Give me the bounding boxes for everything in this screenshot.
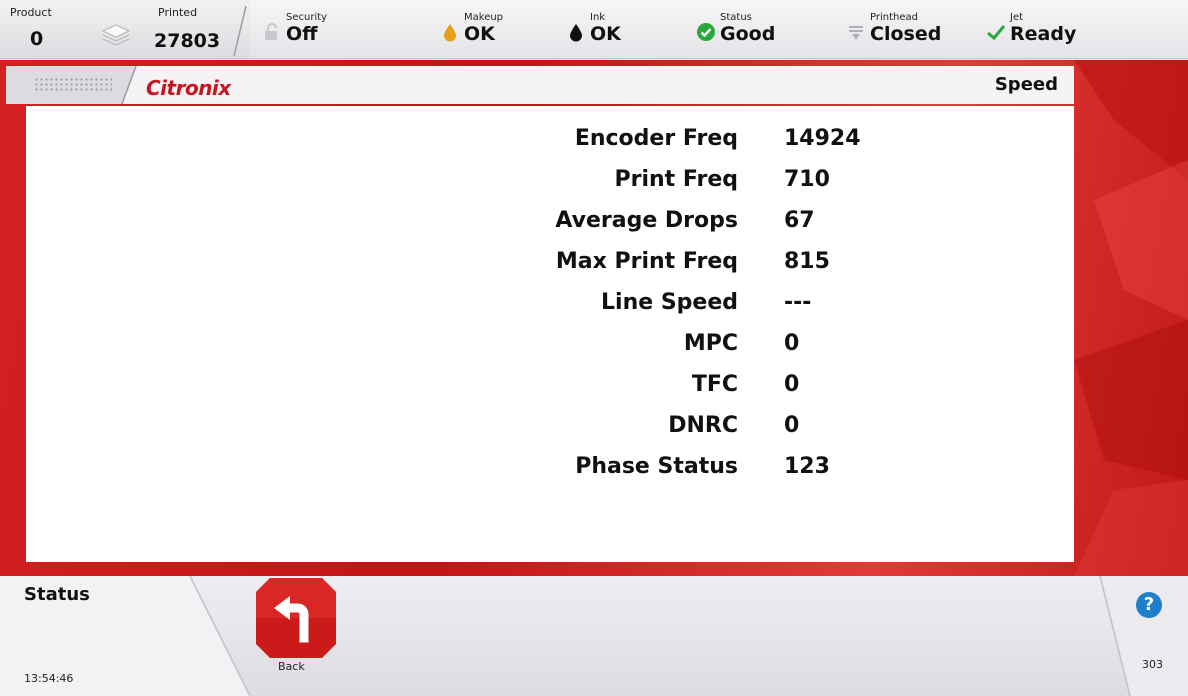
counter-block: Product 0 Printed 27803 — [0, 0, 250, 58]
row-label: TFC — [691, 372, 738, 397]
speed-panel: Encoder Freq 14924 Print Freq 710 Averag… — [26, 106, 1074, 562]
ink-drop-icon — [570, 24, 582, 42]
security-value: Off — [286, 23, 318, 45]
row-label: MPC — [683, 331, 738, 356]
speed-row: Print Freq 710 — [26, 167, 1074, 207]
speed-row: Average Drops 67 — [26, 208, 1074, 248]
security-label: Security — [286, 12, 328, 23]
speed-row: Line Speed --- — [26, 290, 1074, 330]
separator-slash — [233, 5, 247, 57]
printhead-icon — [849, 26, 863, 40]
status-button[interactable]: Status — [24, 584, 90, 605]
clock: 13:54:46 — [24, 672, 74, 685]
check-circle-icon — [697, 23, 715, 41]
row-label: Encoder Freq — [574, 126, 738, 151]
printed-label: Printed — [158, 6, 198, 19]
printhead-value: Closed — [870, 23, 942, 45]
ink-label: Ink — [590, 12, 606, 23]
row-value: 815 — [784, 249, 830, 274]
row-value: 710 — [784, 167, 830, 192]
help-icon[interactable]: ? — [1136, 592, 1162, 618]
speed-row: Max Print Freq 815 — [26, 249, 1074, 289]
row-value: 0 — [784, 372, 800, 397]
row-label: Phase Status — [575, 454, 738, 479]
printed-value: 27803 — [154, 30, 221, 52]
back-button[interactable] — [256, 578, 336, 658]
printhead-label: Printhead — [870, 12, 918, 23]
row-value: 0 — [784, 331, 800, 356]
row-label: Max Print Freq — [555, 249, 738, 274]
speed-row: DNRC 0 — [26, 413, 1074, 453]
jet-label: Jet — [1010, 12, 1024, 23]
makeup-value: OK — [464, 23, 495, 45]
decorative-facets — [1074, 60, 1188, 576]
speed-row: Phase Status 123 — [26, 454, 1074, 494]
row-value: 14924 — [784, 126, 861, 151]
screen-code: 303 — [1142, 658, 1163, 671]
makeup-drop-icon — [444, 24, 456, 42]
system-status-value: Good — [720, 23, 776, 45]
row-value: 67 — [784, 208, 815, 233]
page-title: Speed — [994, 74, 1058, 95]
drag-grip[interactable] — [34, 77, 112, 93]
row-label: Print Freq — [614, 167, 739, 192]
bottom-right-shape — [1099, 576, 1188, 696]
lock-open-icon — [265, 23, 277, 40]
row-value: 123 — [784, 454, 830, 479]
product-label: Product — [10, 6, 52, 19]
checkmark-icon — [987, 25, 1006, 41]
jet-value: Ready — [1010, 23, 1077, 45]
row-value: 0 — [784, 413, 800, 438]
makeup-label: Makeup — [464, 12, 504, 23]
speed-row: Encoder Freq 14924 — [26, 126, 1074, 166]
row-label: Average Drops — [555, 208, 738, 233]
row-label: Line Speed — [601, 290, 738, 315]
layers-icon — [101, 24, 131, 46]
row-value: --- — [784, 290, 812, 315]
system-status-label: Status — [720, 12, 752, 23]
ink-value: OK — [590, 23, 621, 45]
row-label: DNRC — [668, 413, 738, 438]
speed-row: TFC 0 — [26, 372, 1074, 412]
speed-row: MPC 0 — [26, 331, 1074, 371]
citronix-logo: Citronix — [146, 76, 231, 100]
back-label: Back — [278, 660, 305, 673]
product-value: 0 — [30, 28, 44, 50]
